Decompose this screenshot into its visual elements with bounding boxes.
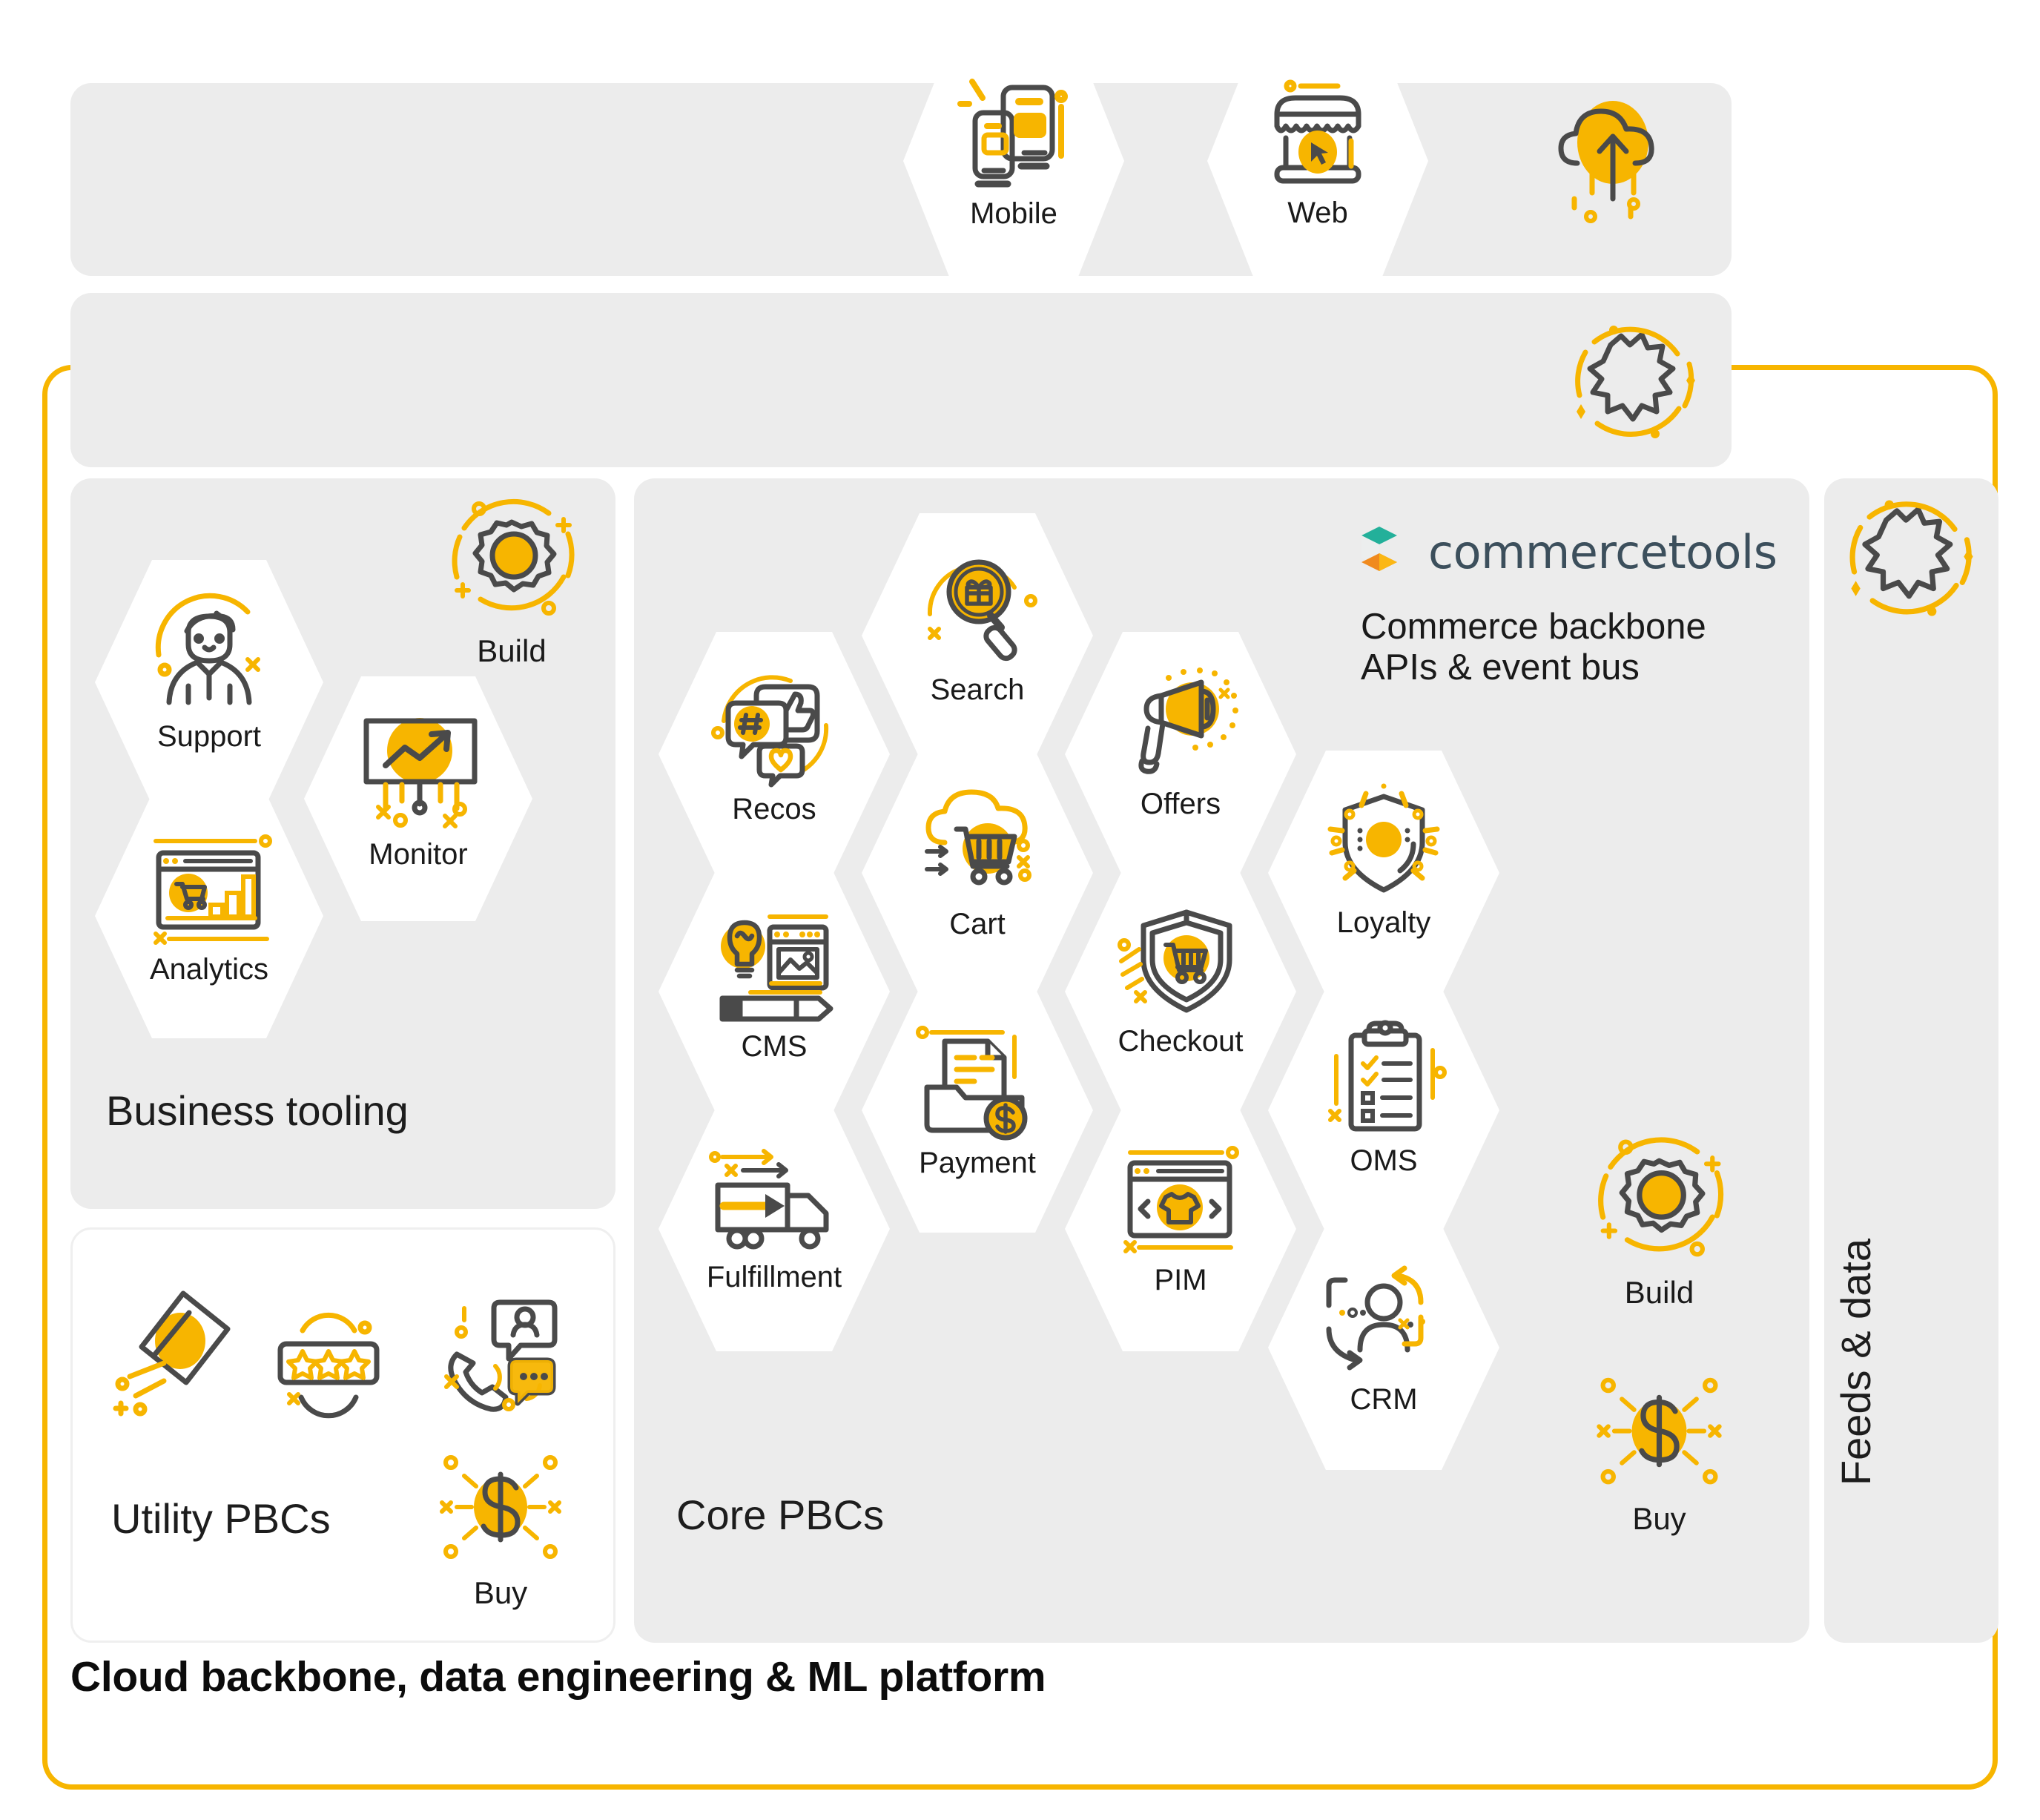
tag-discount-icon xyxy=(113,1283,241,1420)
storefront-browser-icon xyxy=(1255,76,1381,191)
dollar-burst-icon xyxy=(430,1439,571,1572)
cloud-upload-icon xyxy=(1539,89,1687,230)
business-hex-label-support: Support xyxy=(156,720,262,753)
commercetools-subtitle: Commerce backbone APIs & event bus xyxy=(1361,607,1706,689)
monitor-chart-icon xyxy=(351,709,485,835)
commercetools-logo: commercetools xyxy=(1359,524,1777,580)
core-buy-group[interactable]: Buy xyxy=(1583,1361,1735,1537)
core-pbcs-title: Core PBCs xyxy=(676,1491,885,1538)
support-agent-icon xyxy=(142,591,276,717)
cloud-cart-icon xyxy=(911,788,1044,899)
cdn-band xyxy=(70,83,1732,276)
analytics-dashboard-icon xyxy=(142,828,276,950)
megaphone-icon xyxy=(1114,666,1247,785)
commercetools-subtitle-line2: APIs & event bus xyxy=(1361,647,1640,688)
clipboard-checklist-icon xyxy=(1317,1020,1450,1143)
core-build-label: Build xyxy=(1624,1275,1694,1310)
core-hex-label-fulfillment: Fulfillment xyxy=(706,1261,842,1293)
business-build-label: Build xyxy=(477,633,547,668)
dollar-burst-icon xyxy=(1587,1361,1732,1498)
api-band xyxy=(70,293,1732,467)
core-hex-label-cart: Cart xyxy=(949,908,1006,940)
touchpoint-label-mobile: Mobile xyxy=(970,197,1057,230)
mobile-devices-icon xyxy=(950,74,1077,193)
core-hex-label-offers: Offers xyxy=(1140,788,1221,820)
business-build-group[interactable]: Build xyxy=(430,489,593,669)
touchpoint-label-web: Web xyxy=(1287,197,1348,229)
business-hex-label-monitor: Monitor xyxy=(369,838,468,871)
shield-badge-icon xyxy=(1317,783,1450,903)
business-tooling-title: Business tooling xyxy=(106,1087,409,1134)
core-hex-label-recos: Recos xyxy=(732,793,816,825)
core-hex-label-crm: CRM xyxy=(1350,1383,1418,1416)
gear-orbit-icon xyxy=(438,489,586,630)
commercetools-mark-icon xyxy=(1359,524,1412,580)
cloud-blob-orbit-icon xyxy=(1565,315,1706,449)
utility-buy-label: Buy xyxy=(473,1575,528,1610)
gear-orbit-icon xyxy=(1583,1127,1735,1272)
core-build-group[interactable]: Build xyxy=(1579,1127,1739,1310)
delivery-truck-icon xyxy=(707,1144,841,1255)
customer-cycle-icon xyxy=(1317,1261,1450,1376)
shield-cart-icon xyxy=(1114,903,1247,1022)
core-hex-label-search: Search xyxy=(930,673,1025,706)
lightbulb-content-icon xyxy=(707,905,841,1027)
commercetools-wordmark: commercetools xyxy=(1428,524,1777,579)
core-hex-label-oms: OMS xyxy=(1350,1144,1418,1177)
core-hex-label-loyalty: Loyalty xyxy=(1336,906,1431,939)
chat-bubbles-thumbsup-icon xyxy=(707,667,841,790)
star-rating-icon xyxy=(268,1305,387,1419)
core-hex-label-pim: PIM xyxy=(1154,1264,1207,1296)
feeds-data-title: Feeds & data xyxy=(1832,1239,1879,1486)
core-hex-label-cms: CMS xyxy=(741,1030,808,1063)
phone-chat-support-icon xyxy=(432,1292,561,1422)
core-hex-label-payment: Payment xyxy=(919,1147,1036,1179)
utility-pbcs-title: Utility PBCs xyxy=(111,1495,331,1542)
product-browser-icon xyxy=(1114,1145,1247,1256)
utility-buy-group[interactable]: Buy xyxy=(426,1439,575,1611)
commercetools-subtitle-line1: Commerce backbone xyxy=(1361,607,1706,647)
core-hex-label-checkout: Checkout xyxy=(1118,1025,1244,1058)
cloud-blob-orbit-icon xyxy=(1839,489,1984,627)
magnifier-gift-icon xyxy=(911,546,1044,672)
cloud-backbone-label: Cloud backbone, data engineering & ML pl… xyxy=(70,1653,1046,1701)
business-hex-label-analytics: Analytics xyxy=(149,953,269,986)
folder-dollar-icon xyxy=(911,1023,1044,1142)
diagram-canvas: CDN xyxy=(0,0,2040,1820)
core-buy-label: Buy xyxy=(1632,1501,1686,1536)
